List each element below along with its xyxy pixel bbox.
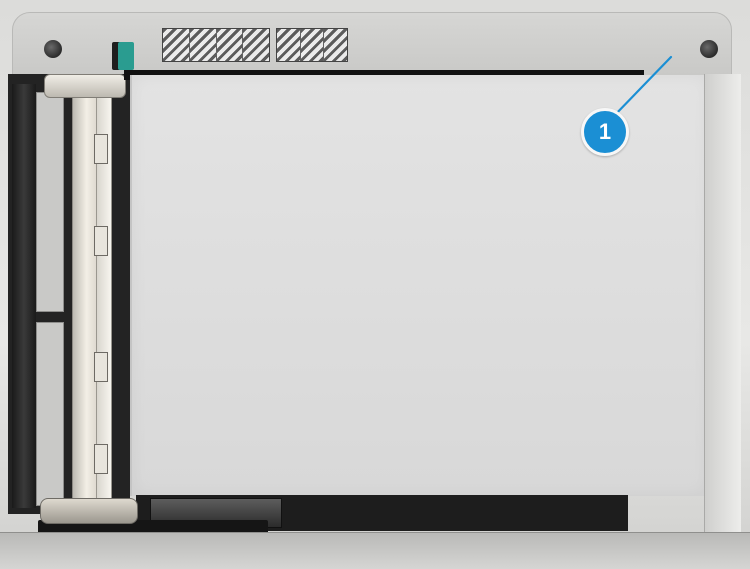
instruction-label-strip [162,28,270,62]
roller-clip [94,226,108,256]
instruction-label-strip [276,28,348,62]
bottom-hinge [40,498,138,524]
scanner-photo: 1 [0,0,750,569]
instruction-pictogram-icon [277,29,301,61]
instruction-pictogram-icon [243,29,269,61]
callout-number: 1 [598,119,612,144]
roller-clip [94,352,108,382]
left-rail [12,84,36,508]
instruction-pictogram-icon [324,29,348,61]
instruction-pictogram-icon [189,29,217,61]
instruction-pictogram-icon [300,29,325,61]
roller-clip [94,134,108,164]
callout-badge-1: 1 [581,108,629,156]
instruction-pictogram-icon [163,29,190,61]
right-screw-hole-icon [700,40,718,58]
release-tab [118,42,134,70]
top-hinge [44,74,126,98]
rail-panel [36,322,64,506]
bottom-shelf [0,532,750,569]
instruction-pictogram-icon [216,29,244,61]
right-frame [704,74,741,534]
rail-panel [36,92,64,312]
roller-clip [94,444,108,474]
left-screw-hole-icon [44,40,62,58]
